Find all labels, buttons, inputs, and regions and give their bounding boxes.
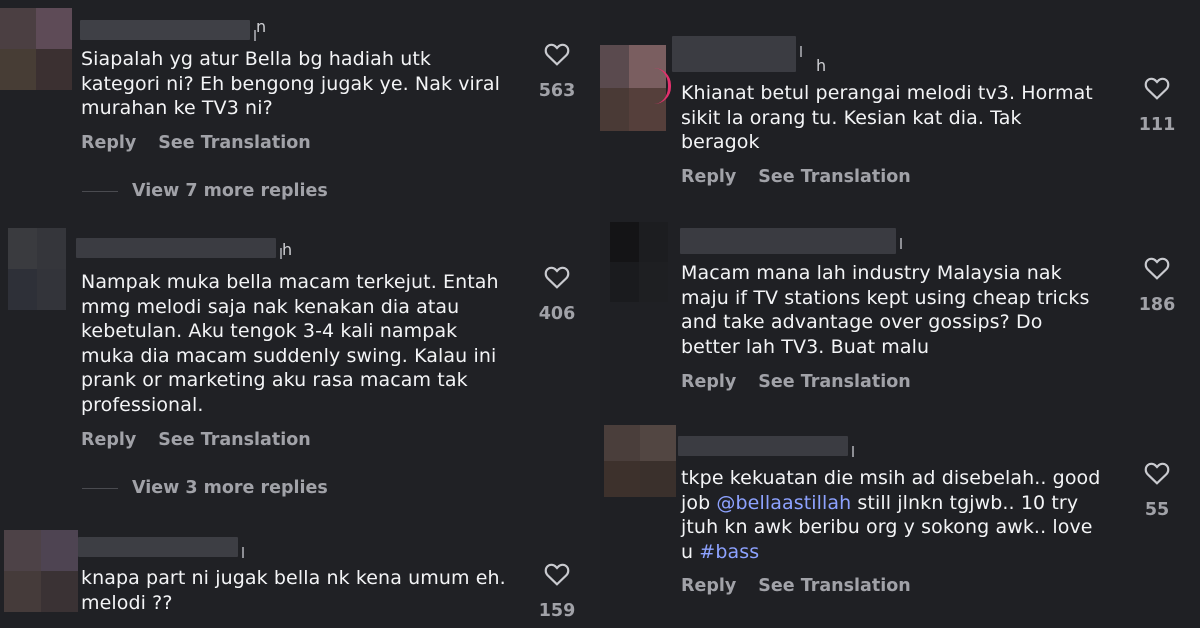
- username-fragment: n: [256, 17, 267, 36]
- view-more-replies-button[interactable]: View 3 more replies: [132, 478, 328, 498]
- like-count: 55: [1144, 500, 1170, 520]
- comment-actions: Reply See Translation: [681, 372, 933, 392]
- like-heart-icon[interactable]: [544, 562, 570, 586]
- username-redacted[interactable]: [80, 20, 256, 41]
- comment-text: Nampak muka bella macam terkejut. Entah …: [81, 271, 499, 416]
- story-ring: [654, 68, 671, 104]
- reply-button[interactable]: Reply: [681, 372, 736, 392]
- reply-button[interactable]: Reply: [681, 167, 736, 187]
- view-replies-divider: [82, 488, 118, 489]
- comment-actions: Reply See Translation: [81, 430, 333, 450]
- like-heart-icon[interactable]: [544, 42, 570, 66]
- comment-actions: Reply See Translation: [81, 133, 333, 153]
- like-count: 563: [538, 81, 576, 101]
- username-fragment: h: [282, 240, 293, 259]
- avatar[interactable]: [8, 228, 66, 310]
- see-translation-button[interactable]: See Translation: [758, 167, 910, 187]
- reply-button[interactable]: Reply: [81, 430, 136, 450]
- mention-link[interactable]: @bellaastillah: [716, 492, 851, 514]
- see-translation-button[interactable]: See Translation: [758, 576, 910, 596]
- comment-text: knapa part ni jugak bella nk kena umum e…: [81, 567, 506, 614]
- avatar[interactable]: [0, 8, 72, 90]
- username-redacted[interactable]: [672, 36, 802, 72]
- like-heart-icon[interactable]: [1144, 76, 1170, 100]
- like-heart-icon[interactable]: [1144, 256, 1170, 280]
- see-translation-button[interactable]: See Translation: [158, 430, 310, 450]
- like-count: 186: [1138, 295, 1176, 315]
- username-redacted[interactable]: [678, 436, 854, 457]
- comment-text: Macam mana lah industry Malaysia nak maj…: [681, 262, 1090, 358]
- see-translation-button[interactable]: See Translation: [158, 133, 310, 153]
- comment-text: Siapalah yg atur Bella bg hadiah utk kat…: [81, 48, 500, 120]
- like-heart-icon[interactable]: [1144, 461, 1170, 485]
- avatar[interactable]: [4, 530, 78, 612]
- comment-text: Khianat betul perangai melodi tv3. Horma…: [681, 82, 1093, 154]
- comment-text: tkpe kekuatan die msih ad disebelah.. go…: [681, 466, 1141, 564]
- avatar[interactable]: [604, 425, 676, 497]
- like-count: 111: [1138, 115, 1176, 135]
- username-redacted[interactable]: [76, 238, 282, 259]
- username-fragment: h: [816, 56, 827, 75]
- like-count: 406: [538, 304, 576, 324]
- reply-button[interactable]: Reply: [81, 133, 136, 153]
- view-replies-divider: [82, 191, 118, 192]
- avatar[interactable]: [610, 222, 668, 302]
- comments-panel-left: n Siapalah yg atur Bella bg hadiah utk k…: [0, 0, 600, 628]
- username-redacted[interactable]: [680, 228, 902, 254]
- view-more-replies-button[interactable]: View 7 more replies: [132, 181, 328, 201]
- comment-actions: Reply See Translation: [681, 576, 933, 596]
- comments-panel-right: h Khianat betul perangai melodi tv3. Hor…: [600, 0, 1200, 628]
- hashtag-link[interactable]: #bass: [699, 541, 759, 563]
- username-redacted[interactable]: [78, 537, 244, 558]
- like-heart-icon[interactable]: [544, 265, 570, 289]
- like-count: 159: [538, 601, 576, 621]
- comment-actions: Reply See Translation: [681, 167, 933, 187]
- see-translation-button[interactable]: See Translation: [758, 372, 910, 392]
- reply-button[interactable]: Reply: [681, 576, 736, 596]
